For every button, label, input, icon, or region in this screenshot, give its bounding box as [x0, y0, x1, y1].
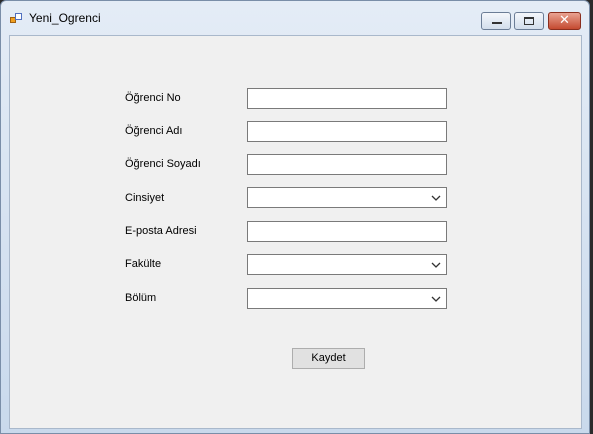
ogrenci-adi-field[interactable]: [247, 121, 447, 144]
ogrenci-no-input[interactable]: [248, 91, 446, 111]
app-form-icon: [10, 13, 22, 24]
chevron-down-icon[interactable]: [430, 259, 442, 271]
chevron-down-icon[interactable]: [430, 293, 442, 305]
ogrenci-adi-label: Öğrenci Adı: [125, 125, 183, 137]
ogrenci-adi-input[interactable]: [248, 124, 446, 144]
fakulte-dropdown[interactable]: [247, 254, 447, 275]
bolum-label: Bölüm: [125, 292, 157, 304]
maximize-button[interactable]: [514, 12, 544, 30]
eposta-input[interactable]: [248, 224, 446, 244]
cinsiyet-label: Cinsiyet: [125, 192, 165, 204]
kaydet-button[interactable]: Kaydet: [292, 348, 365, 369]
maximize-icon: [524, 17, 534, 25]
ogrenci-soyadi-label: Öğrenci Soyadı: [125, 158, 201, 170]
chevron-down-icon[interactable]: [430, 192, 442, 204]
ogrenci-no-field[interactable]: [247, 88, 447, 111]
eposta-field[interactable]: [247, 221, 447, 244]
cinsiyet-dropdown[interactable]: [247, 187, 447, 208]
ogrenci-soyadi-field[interactable]: [247, 154, 447, 177]
close-icon: ✕: [559, 13, 570, 28]
minimize-button[interactable]: [481, 12, 511, 30]
eposta-label: E-posta Adresi: [125, 225, 197, 237]
ogrenci-soyadi-input[interactable]: [248, 157, 446, 177]
window-title: Yeni_Ogrenci: [29, 11, 101, 25]
title-bar[interactable]: Yeni_Ogrenci ✕: [1, 1, 589, 33]
bolum-dropdown[interactable]: [247, 288, 447, 309]
window-yeni-ogrenci: Yeni_Ogrenci ✕ Öğrenci No Öğrenci Adı Öğ…: [0, 0, 590, 434]
minimize-icon: [492, 22, 502, 24]
ogrenci-no-label: Öğrenci No: [125, 92, 181, 104]
close-button[interactable]: ✕: [548, 12, 581, 30]
form-client-area: Öğrenci No Öğrenci Adı Öğrenci Soyadı Ci…: [9, 35, 582, 429]
fakulte-label: Fakülte: [125, 258, 162, 270]
